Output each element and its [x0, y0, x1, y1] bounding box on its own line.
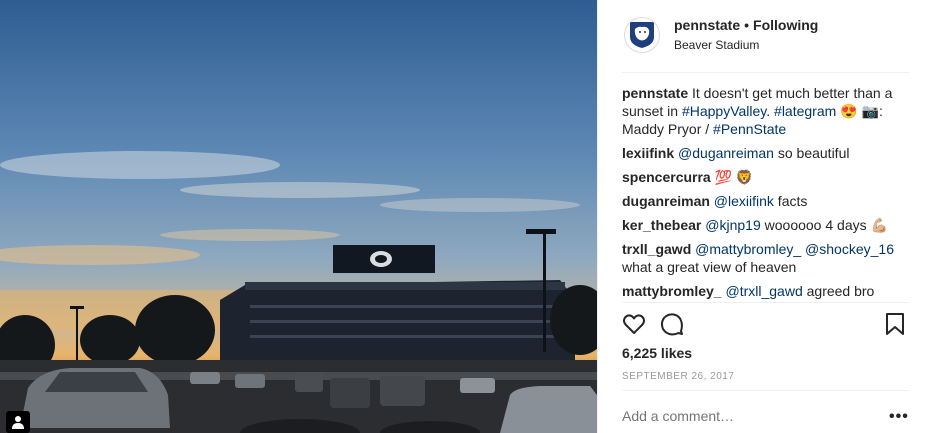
- post-photo[interactable]: [0, 0, 597, 433]
- likes-count[interactable]: 6,225 likes: [622, 345, 692, 361]
- person-tag-icon: [12, 416, 24, 429]
- username-follow-row: pennstate • Following: [674, 17, 818, 33]
- hashtag-link[interactable]: #PennState: [713, 121, 786, 137]
- caption-username[interactable]: pennstate: [622, 85, 688, 101]
- post-date: September 26, 2017: [622, 371, 735, 382]
- post-username[interactable]: pennstate: [674, 17, 740, 33]
- comment-mention[interactable]: @lexiifink: [714, 193, 774, 209]
- comment-item: spencercurra 💯 🦁: [622, 168, 912, 186]
- comment-mention[interactable]: @trxll_gawd: [725, 283, 802, 299]
- comment-item: duganreiman @lexiifink facts: [622, 192, 912, 210]
- comments-divider: [622, 302, 909, 303]
- action-bar: [622, 312, 912, 338]
- comment-mention[interactable]: @duganreiman: [678, 145, 774, 161]
- comment-username[interactable]: spencercurra: [622, 169, 711, 185]
- comment-username[interactable]: ker_thebear: [622, 217, 701, 233]
- add-comment-divider: [622, 390, 909, 391]
- comment-mention[interactable]: @mattybromley_ @shockey_16: [695, 241, 894, 257]
- tagged-people-button[interactable]: [6, 411, 30, 433]
- comment-text: agreed bro: [802, 283, 875, 299]
- stadium-sunset-image: [0, 0, 597, 433]
- comment-item: ker_thebear @kjnp19 woooooo 4 days 💪🏼: [622, 216, 912, 234]
- comment-text: so beautiful: [773, 145, 850, 161]
- following-button[interactable]: Following: [753, 17, 818, 33]
- nittany-lion-logo: [630, 22, 654, 48]
- location-link[interactable]: Beaver Stadium: [674, 38, 759, 52]
- heart-icon[interactable]: [622, 312, 646, 336]
- post-details-panel: pennstate • Following Beaver Stadium penns…: [597, 0, 926, 433]
- more-options-button[interactable]: •••: [889, 408, 909, 426]
- comment-username[interactable]: mattybromley_: [622, 283, 722, 299]
- comments-list: pennstate It doesn't get much better tha…: [622, 84, 912, 306]
- comment-text: woooooo 4 days 💪🏼: [760, 217, 888, 233]
- comment-item: mattybromley_ @trxll_gawd agreed bro: [622, 282, 912, 300]
- hashtag-link[interactable]: #lategram: [774, 103, 836, 119]
- comment-mention[interactable]: @kjnp19: [705, 217, 760, 233]
- comment-item: lexiifink @duganreiman so beautiful: [622, 144, 912, 162]
- separator-dot: •: [744, 17, 750, 33]
- header-divider: [622, 72, 909, 73]
- comment-item: trxll_gawd @mattybromley_ @shockey_16 wh…: [622, 240, 912, 276]
- comment-text: facts: [773, 193, 808, 209]
- avatar[interactable]: [624, 17, 660, 53]
- post-header: pennstate • Following Beaver Stadium: [598, 0, 926, 72]
- comment-username[interactable]: lexiifink: [622, 145, 674, 161]
- comment-icon[interactable]: [660, 312, 684, 336]
- caption: pennstate It doesn't get much better tha…: [622, 84, 912, 138]
- caption-text-2: .: [766, 103, 775, 119]
- comment-username[interactable]: trxll_gawd: [622, 241, 691, 257]
- comment-text: 💯 🦁: [710, 169, 754, 185]
- bookmark-icon[interactable]: [884, 312, 906, 336]
- add-comment-input[interactable]: [622, 408, 882, 424]
- comment-username[interactable]: duganreiman: [622, 193, 710, 209]
- comment-text: what a great view of heaven: [622, 259, 797, 275]
- hashtag-link[interactable]: #HappyValley: [682, 103, 766, 119]
